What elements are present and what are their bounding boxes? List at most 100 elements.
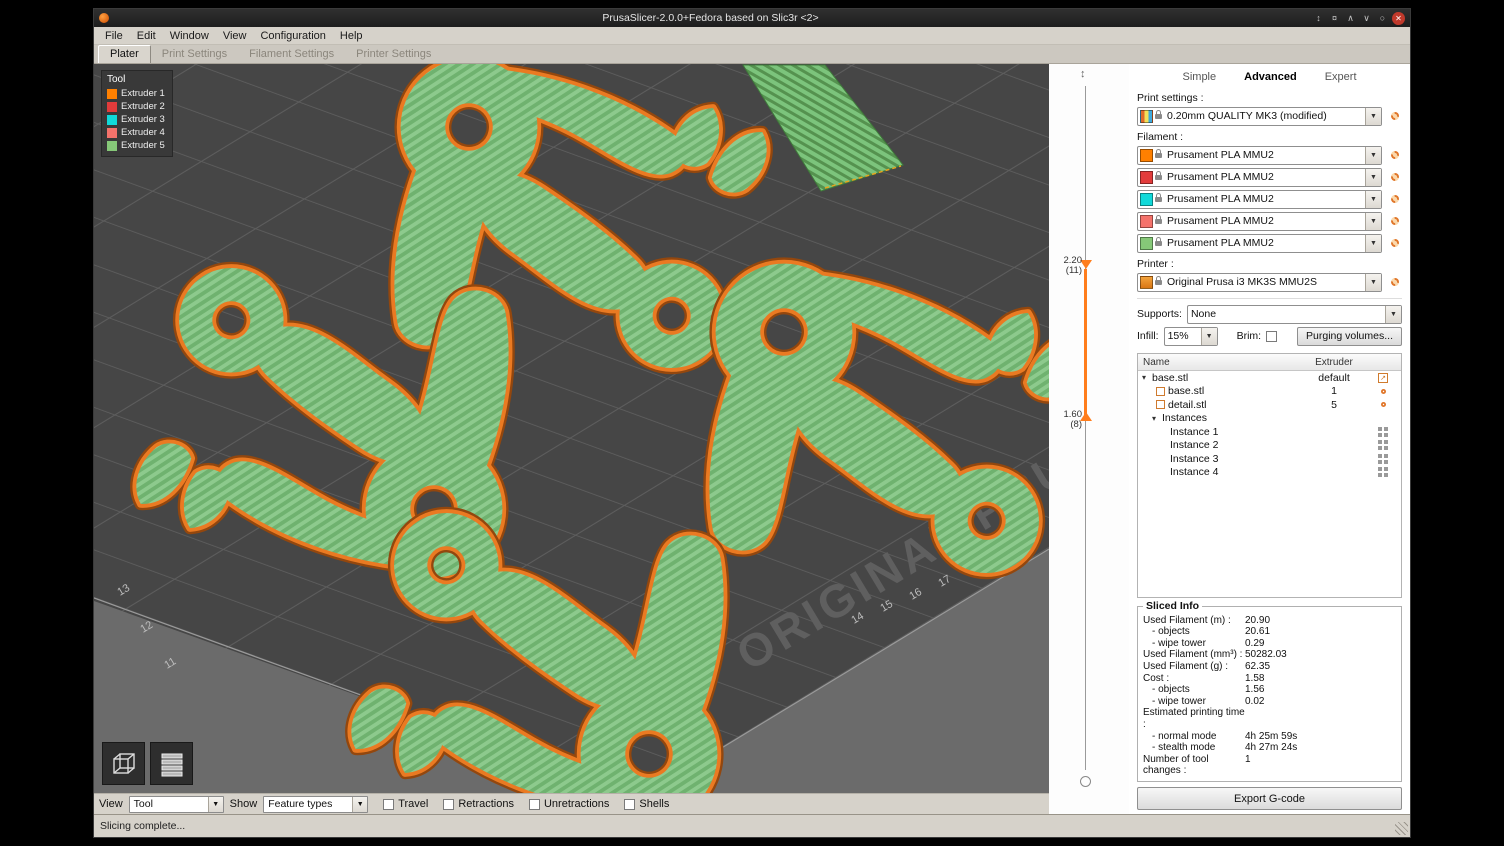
filament-3-gear-button[interactable]: [1387, 192, 1402, 207]
gear-icon[interactable]: [1381, 402, 1386, 407]
mode-tabs: Simple Advanced Expert: [1137, 68, 1402, 88]
volume-row-detail[interactable]: detail.stl 5: [1138, 398, 1401, 412]
filament-2-select[interactable]: Prusament PLA MMU2▼: [1137, 168, 1382, 187]
object-settings-icon[interactable]: ↗: [1378, 373, 1388, 383]
gear-icon: [1391, 173, 1399, 181]
menu-help[interactable]: Help: [333, 30, 370, 42]
purging-volumes-button[interactable]: Purging volumes...: [1297, 327, 1402, 346]
mode-expert[interactable]: Expert: [1325, 71, 1357, 83]
supports-select[interactable]: None ▼: [1187, 305, 1402, 324]
filament-2-gear-button[interactable]: [1387, 170, 1402, 185]
lock-icon: [1155, 153, 1162, 158]
layer-slider-track[interactable]: [1085, 86, 1086, 770]
checkbox-box[interactable]: [624, 799, 635, 810]
menu-window[interactable]: Window: [163, 30, 216, 42]
supports-label: Supports:: [1137, 308, 1182, 320]
gear-icon: [1391, 151, 1399, 159]
retractions-checkbox[interactable]: Retractions: [443, 798, 514, 810]
app-icon: [99, 13, 109, 23]
instance-row-2[interactable]: Instance 2: [1138, 439, 1401, 453]
3d-scene: ORIGINAL PRUSA 13 12 11 14 15 16 17 18 1…: [94, 64, 1049, 793]
lock-icon: [1155, 241, 1162, 246]
volume-row-base[interactable]: base.stl 1: [1138, 385, 1401, 399]
checkbox-box[interactable]: [443, 799, 454, 810]
print-settings-select[interactable]: 0.20mm QUALITY MK3 (modified) ▼: [1137, 107, 1382, 126]
chevron-down-icon: ▼: [1201, 328, 1217, 345]
filament-1-gear-button[interactable]: [1387, 148, 1402, 163]
object-row-base[interactable]: ▾base.stl default ↗: [1138, 371, 1401, 385]
status-text: Slicing complete...: [100, 820, 185, 832]
menu-view[interactable]: View: [216, 30, 254, 42]
checkbox-box[interactable]: [383, 799, 394, 810]
window-title: PrusaSlicer-2.0.0+Fedora based on Slic3r…: [109, 12, 1312, 24]
travel-checkbox[interactable]: Travel: [383, 798, 428, 810]
unretractions-checkbox[interactable]: Unretractions: [529, 798, 609, 810]
3d-viewport[interactable]: ORIGINAL PRUSA 13 12 11 14 15 16 17 18 1…: [94, 64, 1049, 793]
slider-reset-icon[interactable]: [1080, 776, 1091, 787]
chevron-down-icon: ▼: [1365, 147, 1381, 164]
instance-row-1[interactable]: Instance 1: [1138, 425, 1401, 439]
status-bar: Slicing complete...: [94, 814, 1410, 837]
chevron-down-icon: ▼: [1365, 191, 1381, 208]
infill-select[interactable]: 15% ▼: [1164, 327, 1218, 346]
mode-advanced[interactable]: Advanced: [1244, 71, 1297, 83]
menu-file[interactable]: File: [98, 30, 130, 42]
instance-row-3[interactable]: Instance 3: [1138, 452, 1401, 466]
3d-view-button[interactable]: [102, 742, 145, 785]
menu-configuration[interactable]: Configuration: [253, 30, 332, 42]
chevron-down-icon: ▼: [1365, 213, 1381, 230]
window-minimize-icon[interactable]: ∨: [1360, 12, 1373, 25]
print-settings-gear-button[interactable]: [1387, 109, 1402, 124]
instance-grid-icon[interactable]: [1378, 454, 1382, 458]
tab-plater[interactable]: Plater: [98, 45, 151, 63]
printer-select[interactable]: Original Prusa i3 MK3S MMU2S ▼: [1137, 273, 1382, 292]
show-select[interactable]: Feature types ▼: [263, 796, 368, 813]
window-shade-icon[interactable]: ∧: [1344, 12, 1357, 25]
filament-5-select[interactable]: Prusament PLA MMU2▼: [1137, 234, 1382, 253]
layers-view-button[interactable]: [150, 742, 193, 785]
window-maximize-icon[interactable]: ○: [1376, 12, 1389, 25]
chevron-down-icon: ▼: [352, 797, 367, 812]
filament-3-select[interactable]: Prusament PLA MMU2▼: [1137, 190, 1382, 209]
window-control-icon[interactable]: ↕: [1312, 12, 1325, 25]
checkbox-box[interactable]: [529, 799, 540, 810]
legend-item: Extruder 5: [107, 139, 165, 152]
instances-group-row[interactable]: ▾Instances: [1138, 412, 1401, 426]
printer-color-icon: [1140, 276, 1153, 289]
view-mode-select[interactable]: Tool ▼: [129, 796, 224, 813]
filament-color-icon: [1140, 171, 1153, 184]
expander-icon[interactable]: ▾: [1142, 373, 1152, 382]
window-control-icon[interactable]: ¤: [1328, 12, 1341, 25]
filament-1-select[interactable]: Prusament PLA MMU2▼: [1137, 146, 1382, 165]
instance-grid-icon[interactable]: [1378, 440, 1382, 444]
show-label: Show: [230, 798, 258, 810]
instance-grid-icon[interactable]: [1378, 467, 1382, 471]
right-panel: Simple Advanced Expert Print settings : …: [1129, 64, 1410, 814]
gear-icon: [1391, 217, 1399, 225]
brim-checkbox[interactable]: [1266, 331, 1277, 342]
shells-checkbox[interactable]: Shells: [624, 798, 669, 810]
tab-printer-settings[interactable]: Printer Settings: [345, 46, 442, 63]
filament-4-select[interactable]: Prusament PLA MMU2▼: [1137, 212, 1382, 231]
resize-grip[interactable]: [1395, 822, 1408, 835]
instance-row-4[interactable]: Instance 4: [1138, 466, 1401, 480]
export-gcode-button[interactable]: Export G-code: [1137, 787, 1402, 810]
tool-legend-title: Tool: [107, 74, 165, 85]
divider: [1137, 298, 1402, 299]
expander-icon[interactable]: ▾: [1152, 414, 1162, 423]
sliced-info-panel: Sliced Info Used Filament (m) :20.90 - o…: [1137, 606, 1402, 782]
filament-5-gear-button[interactable]: [1387, 236, 1402, 251]
gear-icon[interactable]: [1381, 389, 1386, 394]
mode-simple[interactable]: Simple: [1183, 71, 1217, 83]
menu-edit[interactable]: Edit: [130, 30, 163, 42]
window-close-icon[interactable]: ✕: [1392, 12, 1405, 25]
printer-gear-button[interactable]: [1387, 275, 1402, 290]
instance-grid-icon[interactable]: [1378, 427, 1382, 431]
slider-expand-icon[interactable]: ↕: [1080, 68, 1086, 80]
lock-icon: [1155, 114, 1162, 119]
window-controls: ↕ ¤ ∧ ∨ ○ ✕: [1312, 12, 1405, 25]
tab-filament-settings[interactable]: Filament Settings: [238, 46, 345, 63]
tab-print-settings[interactable]: Print Settings: [151, 46, 238, 63]
filament-4-gear-button[interactable]: [1387, 214, 1402, 229]
extruder-2-swatch: [107, 102, 117, 112]
